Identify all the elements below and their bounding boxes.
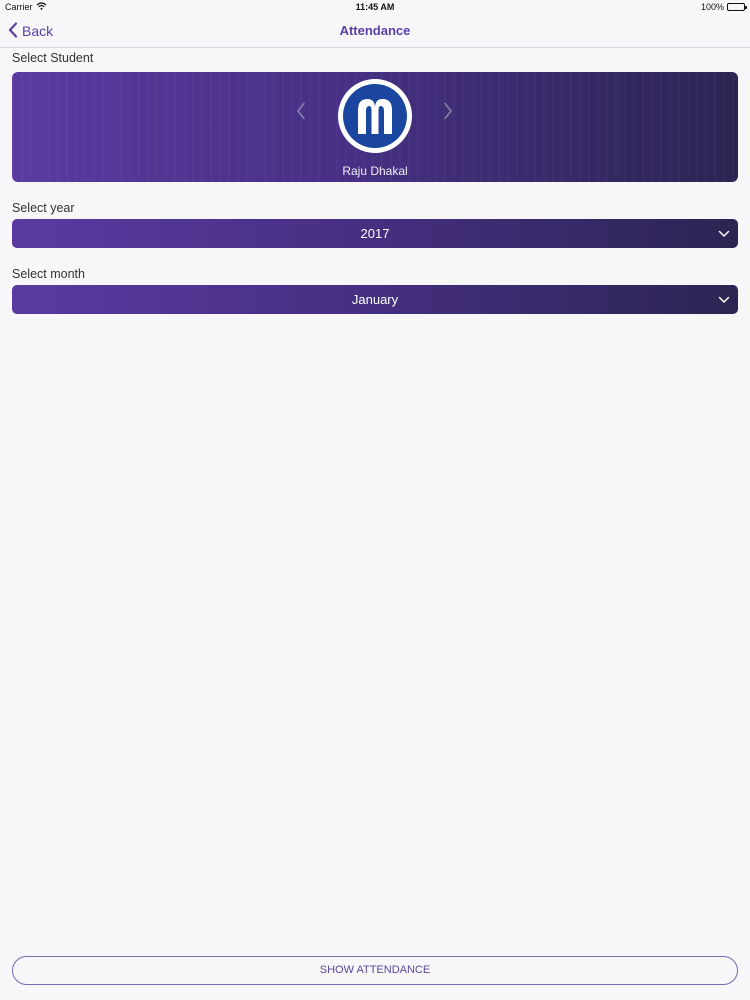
select-month-label: Select month bbox=[12, 267, 85, 281]
year-dropdown[interactable]: 2017 bbox=[12, 219, 738, 248]
chevron-right-icon bbox=[443, 102, 453, 125]
chevron-down-icon bbox=[718, 293, 730, 308]
clock: 11:45 AM bbox=[355, 2, 395, 12]
previous-student-button[interactable] bbox=[290, 100, 312, 126]
student-avatar[interactable] bbox=[338, 79, 412, 153]
page-title: Attendance bbox=[339, 23, 411, 38]
student-name: Raju Dhakal bbox=[342, 164, 408, 178]
chevron-down-icon bbox=[718, 227, 730, 242]
year-value: 2017 bbox=[360, 226, 390, 241]
month-dropdown[interactable]: January bbox=[12, 285, 738, 314]
navigation-bar: Back Attendance bbox=[0, 14, 750, 48]
battery-icon bbox=[727, 3, 747, 11]
chevron-left-icon bbox=[296, 102, 306, 125]
school-logo-icon bbox=[343, 84, 407, 148]
month-value: January bbox=[351, 292, 399, 307]
select-year-label: Select year bbox=[12, 201, 75, 215]
battery-percent: 100% bbox=[700, 2, 724, 12]
status-bar: Carrier 11:45 AM 100% bbox=[0, 0, 750, 14]
student-selector-card: Raju Dhakal bbox=[12, 72, 738, 182]
next-student-button[interactable] bbox=[437, 100, 459, 126]
battery-group: 100% bbox=[700, 2, 747, 12]
select-student-label: Select Student bbox=[12, 51, 94, 65]
show-attendance-button[interactable]: SHOW ATTENDANCE bbox=[12, 956, 738, 985]
